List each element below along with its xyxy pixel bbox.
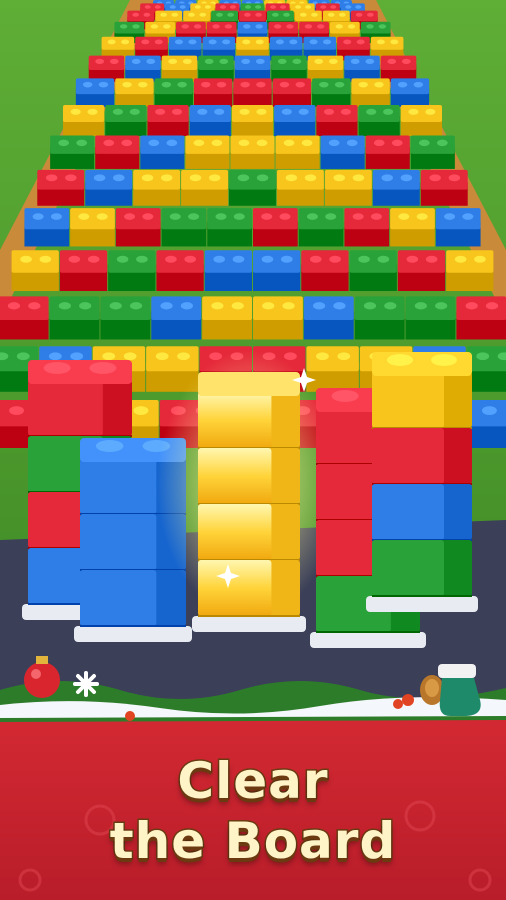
board-brick[interactable] [233, 78, 272, 107]
board-brick[interactable] [390, 208, 435, 247]
board-brick[interactable] [0, 296, 49, 340]
board-brick[interactable] [400, 105, 442, 136]
board-brick[interactable] [95, 135, 140, 169]
board-brick[interactable] [358, 105, 400, 136]
board-brick[interactable] [37, 169, 85, 206]
board-brick[interactable] [108, 250, 156, 292]
board-brick[interactable] [365, 135, 410, 169]
board-brick[interactable] [316, 105, 358, 136]
board-brick[interactable] [49, 296, 100, 340]
board-brick[interactable] [151, 296, 202, 340]
mitten-icon [438, 664, 481, 716]
board-brick[interactable] [351, 78, 390, 107]
board-brick[interactable] [202, 296, 252, 340]
board-brick[interactable] [420, 169, 468, 206]
board-brick[interactable] [115, 78, 154, 107]
board-brick[interactable] [161, 208, 207, 247]
board-brick[interactable] [70, 208, 115, 247]
board-brick[interactable] [312, 78, 351, 107]
board-brick[interactable] [140, 135, 185, 169]
board-brick[interactable] [372, 169, 420, 206]
board-brick[interactable] [229, 169, 276, 206]
block-towers [22, 349, 478, 648]
board-brick[interactable] [24, 208, 70, 247]
board-brick[interactable] [59, 250, 108, 292]
board-brick[interactable] [456, 296, 506, 340]
board-brick[interactable] [154, 78, 193, 107]
board-brick[interactable] [275, 135, 320, 169]
board-brick[interactable] [466, 346, 506, 392]
board-brick[interactable] [125, 55, 161, 82]
board-brick[interactable] [63, 105, 105, 136]
board-brick[interactable] [320, 135, 365, 169]
board-brick[interactable] [349, 250, 397, 292]
board-brick[interactable] [253, 296, 303, 340]
board-brick[interactable] [88, 55, 125, 82]
board-brick[interactable] [272, 78, 312, 107]
board-brick[interactable] [405, 296, 456, 340]
board-brick[interactable] [230, 135, 275, 169]
board-brick[interactable] [85, 169, 133, 206]
board-brick[interactable] [271, 55, 307, 82]
snowflake-icon [73, 671, 99, 697]
board-brick[interactable] [231, 105, 274, 136]
block-tower[interactable] [366, 352, 478, 612]
board-brick[interactable] [207, 208, 252, 247]
headline-the-board: the Board [108, 811, 397, 872]
board-brick[interactable] [189, 105, 231, 136]
board-brick[interactable] [185, 135, 230, 169]
board-brick[interactable] [354, 296, 405, 340]
board-brick[interactable] [470, 400, 506, 448]
board-brick[interactable] [193, 78, 233, 107]
board-brick[interactable] [306, 346, 359, 392]
board-brick[interactable] [324, 169, 372, 206]
board-brick[interactable] [50, 135, 95, 169]
board-brick[interactable] [105, 105, 147, 136]
board-brick[interactable] [133, 169, 181, 206]
board-brick[interactable] [301, 250, 349, 292]
board-brick[interactable] [446, 250, 494, 292]
board-brick[interactable] [181, 169, 229, 206]
board-brick[interactable] [303, 296, 354, 340]
board-brick[interactable] [307, 55, 344, 82]
board-brick[interactable] [100, 296, 151, 340]
board-brick[interactable] [11, 250, 59, 292]
board-brick[interactable] [397, 250, 446, 292]
board-brick[interactable] [75, 78, 115, 107]
game-screen: Clear the Board [0, 0, 506, 900]
headline-clear: Clear [176, 751, 329, 812]
board-brick[interactable] [390, 78, 430, 107]
board-brick[interactable] [344, 55, 380, 82]
board-brick[interactable] [253, 208, 298, 247]
board-brick[interactable] [380, 55, 417, 82]
board-brick[interactable] [410, 135, 455, 169]
board-brick[interactable] [204, 250, 252, 292]
board-brick[interactable] [156, 250, 204, 292]
board-brick[interactable] [198, 55, 234, 82]
board-brick[interactable] [161, 55, 198, 82]
board-brick[interactable] [253, 250, 301, 292]
board-brick[interactable] [344, 208, 390, 247]
board-brick[interactable] [274, 105, 316, 136]
board-brick[interactable] [276, 169, 324, 206]
board-brick[interactable] [234, 55, 271, 82]
board-brick[interactable] [115, 208, 161, 247]
board-brick[interactable] [435, 208, 481, 247]
board-brick[interactable] [147, 105, 189, 136]
board-brick[interactable] [298, 208, 344, 247]
